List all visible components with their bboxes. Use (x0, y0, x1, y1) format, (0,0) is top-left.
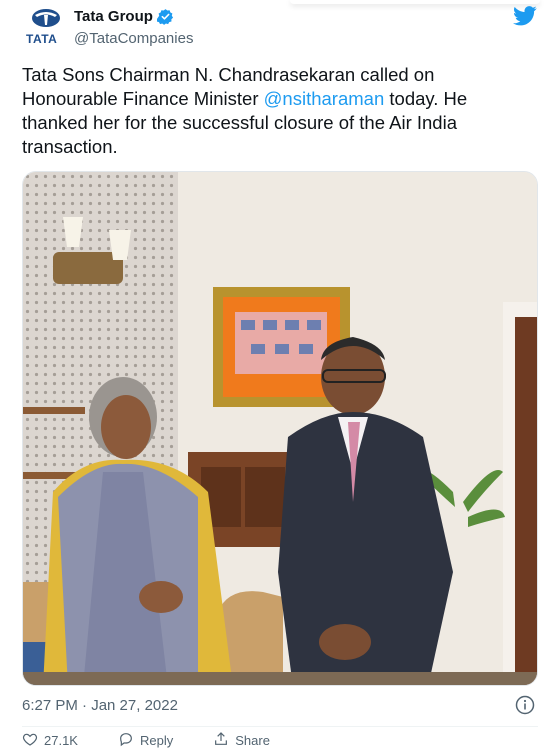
heart-icon (22, 731, 38, 750)
verified-icon (156, 8, 174, 25)
share-icon (213, 731, 229, 750)
reply-icon (118, 731, 134, 750)
tweet-photo[interactable] (22, 171, 538, 686)
action-bar: 27.1K Reply Share (22, 731, 538, 750)
divider (22, 726, 538, 727)
author-handle[interactable]: @TataCompanies (74, 30, 193, 47)
tweet-text: Tata Sons Chairman N. Chandrasekaran cal… (22, 63, 532, 159)
author-name-text[interactable]: Tata Group (74, 8, 153, 25)
like-button[interactable]: 27.1K (22, 731, 78, 750)
mention-link[interactable]: @nsitharaman (264, 88, 385, 109)
reply-label: Reply (139, 732, 174, 748)
info-icon[interactable] (515, 695, 535, 715)
tata-logo-text: TATA (26, 32, 57, 46)
reply-button[interactable]: Reply (118, 731, 174, 750)
twitter-bird-icon[interactable] (513, 5, 537, 27)
tata-logo-icon[interactable]: TATA (22, 6, 70, 46)
share-button[interactable]: Share (213, 731, 270, 750)
overlay-shadow (290, 0, 540, 4)
like-count: 27.1K (44, 732, 78, 748)
author-name[interactable]: Tata Group (74, 8, 174, 25)
share-label: Share (235, 732, 270, 748)
tweet-timestamp[interactable]: 6:27 PM · Jan 27, 2022 (22, 697, 178, 714)
